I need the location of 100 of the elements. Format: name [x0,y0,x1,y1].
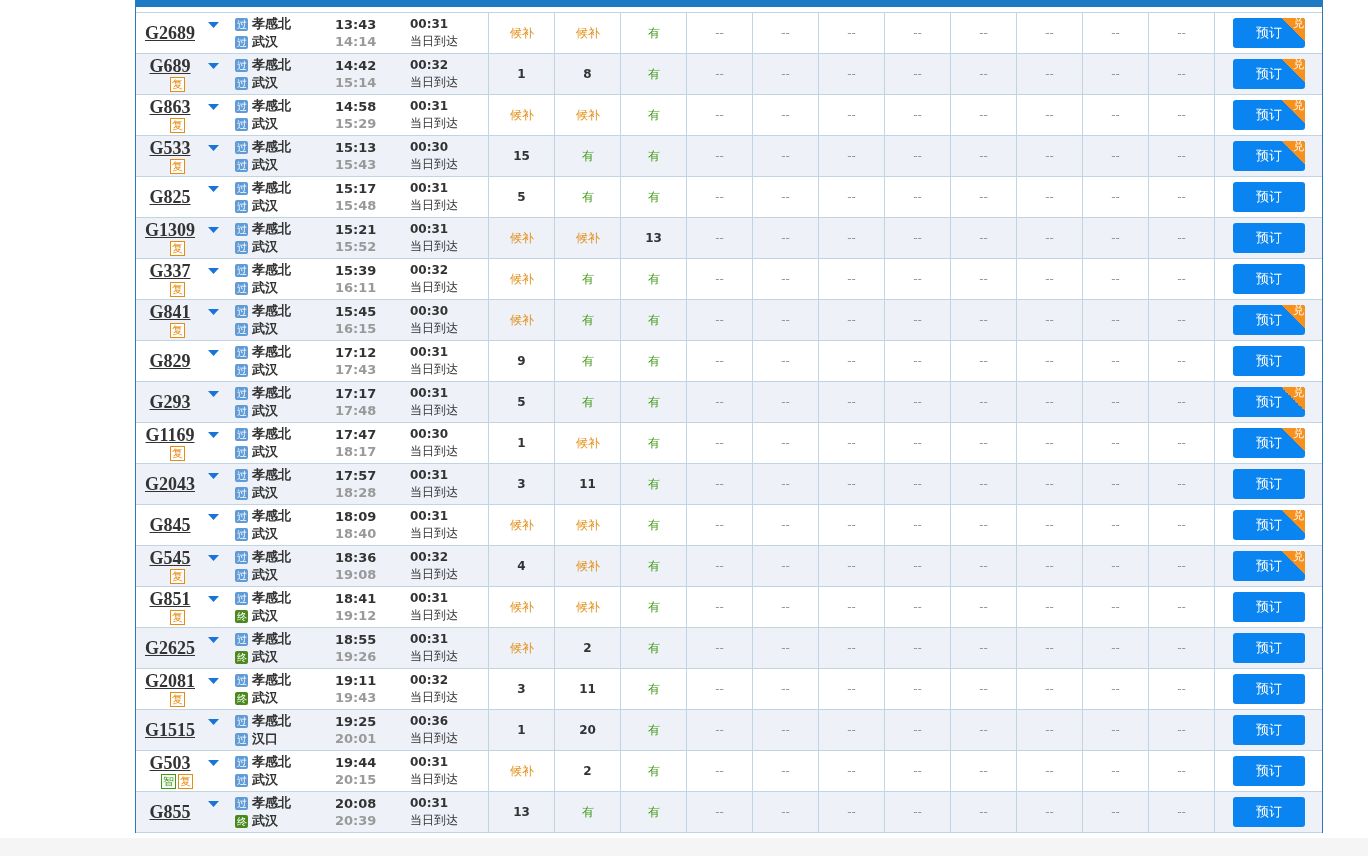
book-button[interactable]: 预订 兑 [1232,100,1305,130]
book-button[interactable]: 预订 [1232,469,1305,499]
seat-availability: -- [979,559,988,573]
train-number-link[interactable]: G2689 [145,23,195,43]
dropdown-caret-icon[interactable] [208,473,219,479]
seat-availability: -- [913,764,922,778]
seat-availability: -- [1045,641,1054,655]
book-button[interactable]: 预订 兑 [1232,551,1305,581]
seat-availability: -- [781,518,790,532]
station-name: 孝感北 [252,180,291,196]
dropdown-caret-icon[interactable] [208,760,219,766]
dropdown-caret-icon[interactable] [208,227,219,233]
train-number-link[interactable]: G533 [149,138,191,158]
train-number-link[interactable]: G851 [149,589,191,609]
dropdown-caret-icon[interactable] [208,801,219,807]
station-name: 武汉 [252,157,278,173]
seat-availability: -- [715,723,724,737]
train-number-link[interactable]: G825 [149,187,191,207]
seat-availability: -- [715,26,724,40]
train-number-link[interactable]: G2081 [145,671,195,691]
arrival-time: 15:14 [335,74,378,91]
dropdown-caret-icon[interactable] [208,186,219,192]
dropdown-caret-icon[interactable] [208,678,219,684]
dropdown-caret-icon[interactable] [208,309,219,315]
dropdown-caret-icon[interactable] [208,350,219,356]
train-number-link[interactable]: G337 [149,261,191,281]
dropdown-caret-icon[interactable] [208,22,219,28]
dropdown-caret-icon[interactable] [208,637,219,643]
book-button[interactable]: 预订 [1232,182,1305,212]
train-number-link[interactable]: G1169 [145,425,195,445]
station-name: 武汉 [252,198,278,214]
seat-availability: -- [715,518,724,532]
book-button[interactable]: 预订 [1232,756,1305,786]
seat-availability: 候补 [575,598,600,616]
train-number-link[interactable]: G2043 [145,474,195,494]
seat-availability: -- [847,313,856,327]
train-number-link[interactable]: G1515 [145,720,195,740]
dropdown-caret-icon[interactable] [208,145,219,151]
seat-availability: 有 [647,65,660,83]
train-number-link[interactable]: G855 [149,802,191,822]
book-button[interactable]: 预订 [1232,264,1305,294]
train-number-link[interactable]: G2625 [145,638,195,658]
seat-availability: -- [715,149,724,163]
book-button[interactable]: 预订 [1232,797,1305,827]
dropdown-caret-icon[interactable] [208,268,219,274]
dropdown-caret-icon[interactable] [208,63,219,69]
seat-availability: -- [715,67,724,81]
dropdown-caret-icon[interactable] [208,555,219,561]
dropdown-caret-icon[interactable] [208,514,219,520]
book-button[interactable]: 预订 [1232,346,1305,376]
train-number-link[interactable]: G863 [149,97,191,117]
arrival-note: 当日到达 [410,115,459,132]
book-button[interactable]: 预订 [1232,223,1305,253]
duration: 00:31 [410,180,450,197]
station-name: 孝感北 [252,508,291,524]
seat-availability: -- [913,354,922,368]
seat-availability: 候补 [509,106,534,124]
station-name: 武汉 [252,75,278,91]
book-button[interactable]: 预订 兑 [1232,18,1305,48]
duration: 00:31 [410,98,450,115]
seat-availability: 有 [647,311,660,329]
seat-availability: -- [715,477,724,491]
book-button[interactable]: 预订 [1232,592,1305,622]
seat-availability: -- [847,190,856,204]
station-name: 孝感北 [252,795,291,811]
train-number-link[interactable]: G545 [149,548,191,568]
train-number-link[interactable]: G829 [149,351,191,371]
seat-availability: 有 [647,147,660,165]
seat-availability: 有 [581,270,594,288]
train-number-link[interactable]: G689 [149,56,191,76]
train-number-link[interactable]: G503 [149,753,191,773]
departure-time: 15:21 [335,221,378,238]
station-mark: 过 [235,468,248,482]
book-button[interactable]: 预订 兑 [1232,141,1305,171]
seat-availability: -- [913,26,922,40]
dropdown-caret-icon[interactable] [208,596,219,602]
seat-availability: -- [847,395,856,409]
train-number-link[interactable]: G845 [149,515,191,535]
dropdown-caret-icon[interactable] [208,432,219,438]
train-number-link[interactable]: G841 [149,302,191,322]
station-name: 孝感北 [252,549,291,565]
seat-availability: 候补 [509,516,534,534]
book-button[interactable]: 预订 兑 [1232,428,1305,458]
dropdown-caret-icon[interactable] [208,719,219,725]
book-button[interactable]: 预订 兑 [1232,510,1305,540]
book-button[interactable]: 预订 [1232,674,1305,704]
train-number-link[interactable]: G1309 [145,220,195,240]
seat-availability: 13 [645,231,662,245]
book-button[interactable]: 预订 兑 [1232,59,1305,89]
seat-availability: -- [913,723,922,737]
train-number-link[interactable]: G293 [149,392,191,412]
book-button[interactable]: 预订 [1232,715,1305,745]
dropdown-caret-icon[interactable] [208,104,219,110]
seat-availability: 有 [647,434,660,452]
book-button[interactable]: 预订 兑 [1232,305,1305,335]
seat-availability: -- [1045,272,1054,286]
book-button[interactable]: 预订 兑 [1232,387,1305,417]
dropdown-caret-icon[interactable] [208,391,219,397]
book-button[interactable]: 预订 [1232,633,1305,663]
seat-availability: -- [715,231,724,245]
